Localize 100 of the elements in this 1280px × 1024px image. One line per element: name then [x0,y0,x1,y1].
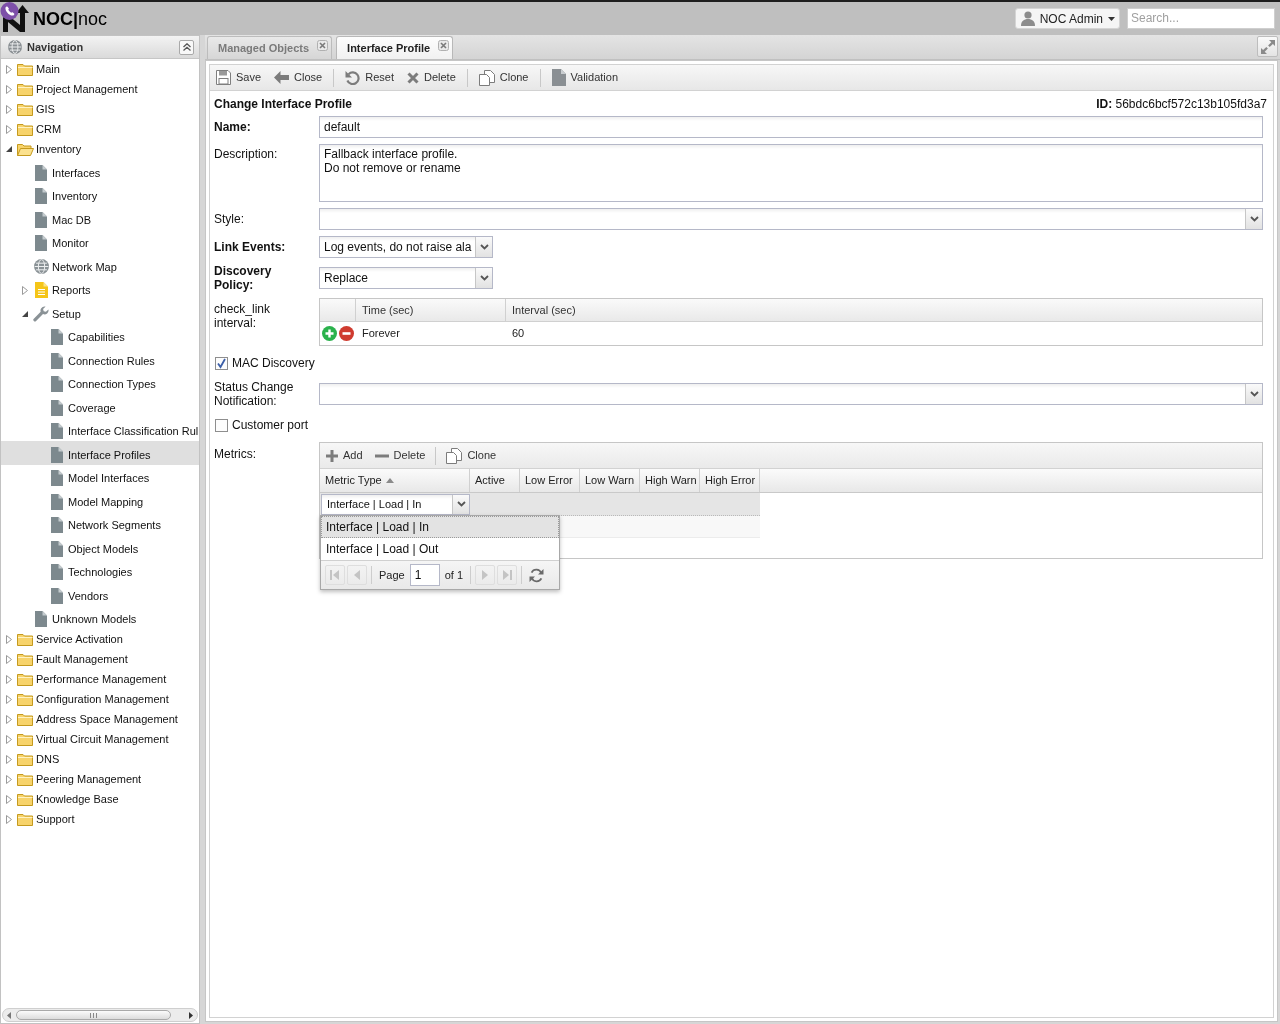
caret-right-icon[interactable] [6,734,12,744]
select-field[interactable] [319,383,1263,405]
tree-item[interactable]: Main [1,59,199,79]
dropdown-option[interactable]: Interface | Load | In [321,516,559,538]
caret-right-icon[interactable] [6,694,12,704]
validation-button[interactable]: Validation [548,66,621,89]
select-field[interactable]: Log events, do not raise ala [319,236,493,258]
maximize-button[interactable] [1257,36,1278,57]
caret-down-icon[interactable] [6,146,12,152]
column-header[interactable]: Interval (sec) [506,299,1262,321]
delete-button[interactable]: Delete [403,66,459,89]
close-icon[interactable] [438,40,450,51]
tree-item[interactable]: GIS [1,99,199,119]
reset-button[interactable]: Reset [342,66,397,89]
dropdown-trigger[interactable] [452,494,469,514]
column-header[interactable]: High Error [700,469,760,492]
tree-item[interactable]: Peering Management [1,769,199,789]
clone-button[interactable]: Clone [475,66,532,89]
tree-item[interactable]: Vendors [1,582,199,606]
user-menu-button[interactable]: NOC Admin [1014,8,1120,29]
dropdown-trigger[interactable] [475,268,492,288]
caret-right-icon[interactable] [6,794,12,804]
tree-item[interactable]: Reports [1,276,199,300]
tree-item[interactable]: Address Space Management [1,709,199,729]
column-header[interactable]: Low Error [520,469,580,492]
tree-item[interactable]: Model Interfaces [1,464,199,488]
select-field[interactable] [319,208,1263,230]
minus-circle-icon[interactable] [339,326,354,341]
page-field[interactable]: 1 [409,564,440,586]
tree-item[interactable]: Performance Management [1,669,199,689]
tree-item[interactable]: Network Segments [1,511,199,535]
triangle-left-icon[interactable] [7,1011,11,1019]
tree-item[interactable]: Monitor [1,229,199,253]
tree-item[interactable]: Coverage [1,394,199,418]
checkbox[interactable] [215,356,228,370]
tree-item[interactable]: Model Mapping [1,488,199,512]
tree-item[interactable]: Service Activation [1,629,199,649]
caret-down-icon[interactable] [22,310,28,317]
tree-item[interactable]: Knowledge Base [1,789,199,809]
tree-item[interactable]: Mac DB [1,206,199,230]
tree-item[interactable]: Configuration Management [1,689,199,709]
caret-right-icon[interactable] [6,84,12,94]
caret-right-icon[interactable] [6,634,12,644]
clone-button[interactable]: Clone [443,444,500,467]
tree-item[interactable]: Interfaces [1,159,199,183]
caret-right-icon[interactable] [22,285,28,295]
tree-item[interactable]: Connection Types [1,370,199,394]
tree-item[interactable]: Project Management [1,79,199,99]
text-field[interactable]: default [319,116,1263,138]
select-field[interactable]: Interface | Load | In [321,493,470,515]
close-button[interactable]: Close [271,66,326,89]
tree-item[interactable]: Support [1,809,199,829]
scrollbar-thumb[interactable] [16,1010,171,1020]
column-header[interactable]: Metric Type [320,469,470,492]
column-header[interactable]: High Warn [640,469,700,492]
caret-right-icon[interactable] [6,814,12,824]
caret-right-icon[interactable] [6,124,12,134]
tree-item[interactable]: Object Models [1,535,199,559]
tree-item[interactable]: Unknown Models [1,605,199,629]
delete-button[interactable]: Delete [371,444,429,467]
tree-item[interactable]: DNS [1,749,199,769]
dropdown-trigger[interactable] [1245,384,1262,404]
dropdown-trigger[interactable] [1245,209,1262,229]
tree-item[interactable]: Inventory [1,182,199,206]
caret-right-icon[interactable] [6,674,12,684]
triangle-right-icon[interactable] [189,1011,193,1019]
tree-item[interactable]: Network Map [1,253,199,277]
caret-right-icon[interactable] [6,754,12,764]
tree-item[interactable]: CRM [1,119,199,139]
tree-item[interactable]: Inventory [1,139,199,159]
checkbox[interactable] [215,418,228,432]
dropdown-trigger[interactable] [475,237,492,257]
save-button[interactable]: Save [213,66,265,89]
caret-right-icon[interactable] [6,104,12,114]
select-field[interactable]: Replace [319,267,493,289]
tree-item[interactable]: Interface Profiles [1,441,199,465]
column-header[interactable]: Time (sec) [356,299,506,321]
caret-right-icon[interactable] [6,714,12,724]
close-icon[interactable] [317,40,329,51]
plus-circle-icon[interactable] [322,326,337,341]
caret-right-icon[interactable] [6,654,12,664]
tree-item[interactable]: Virtual Circuit Management [1,729,199,749]
textarea-field[interactable]: Fallback interface profile. Do not remove or rename [319,144,1263,202]
column-header[interactable]: Active [470,469,520,492]
caret-right-icon[interactable] [6,64,12,74]
add-button[interactable]: Add [323,444,366,467]
column-header[interactable]: Low Warn [580,469,640,492]
collapse-button[interactable] [179,39,194,55]
folder-open-icon [16,142,34,156]
caret-right-icon[interactable] [6,774,12,784]
tab[interactable]: Interface Profile [336,36,454,59]
tree-item[interactable]: Setup [1,300,199,324]
field-label: check_link interval: [214,301,272,330]
globe-icon [8,40,22,54]
dropdown-option[interactable]: Interface | Load | Out [321,538,559,560]
tree-item[interactable]: Connection Rules [1,347,199,371]
tree-item[interactable]: Technologies [1,558,199,582]
tree-item[interactable]: Fault Management [1,649,199,669]
tree-item[interactable]: Interface Classification Rul [1,417,199,441]
tree-item[interactable]: Capabilities [1,323,199,347]
